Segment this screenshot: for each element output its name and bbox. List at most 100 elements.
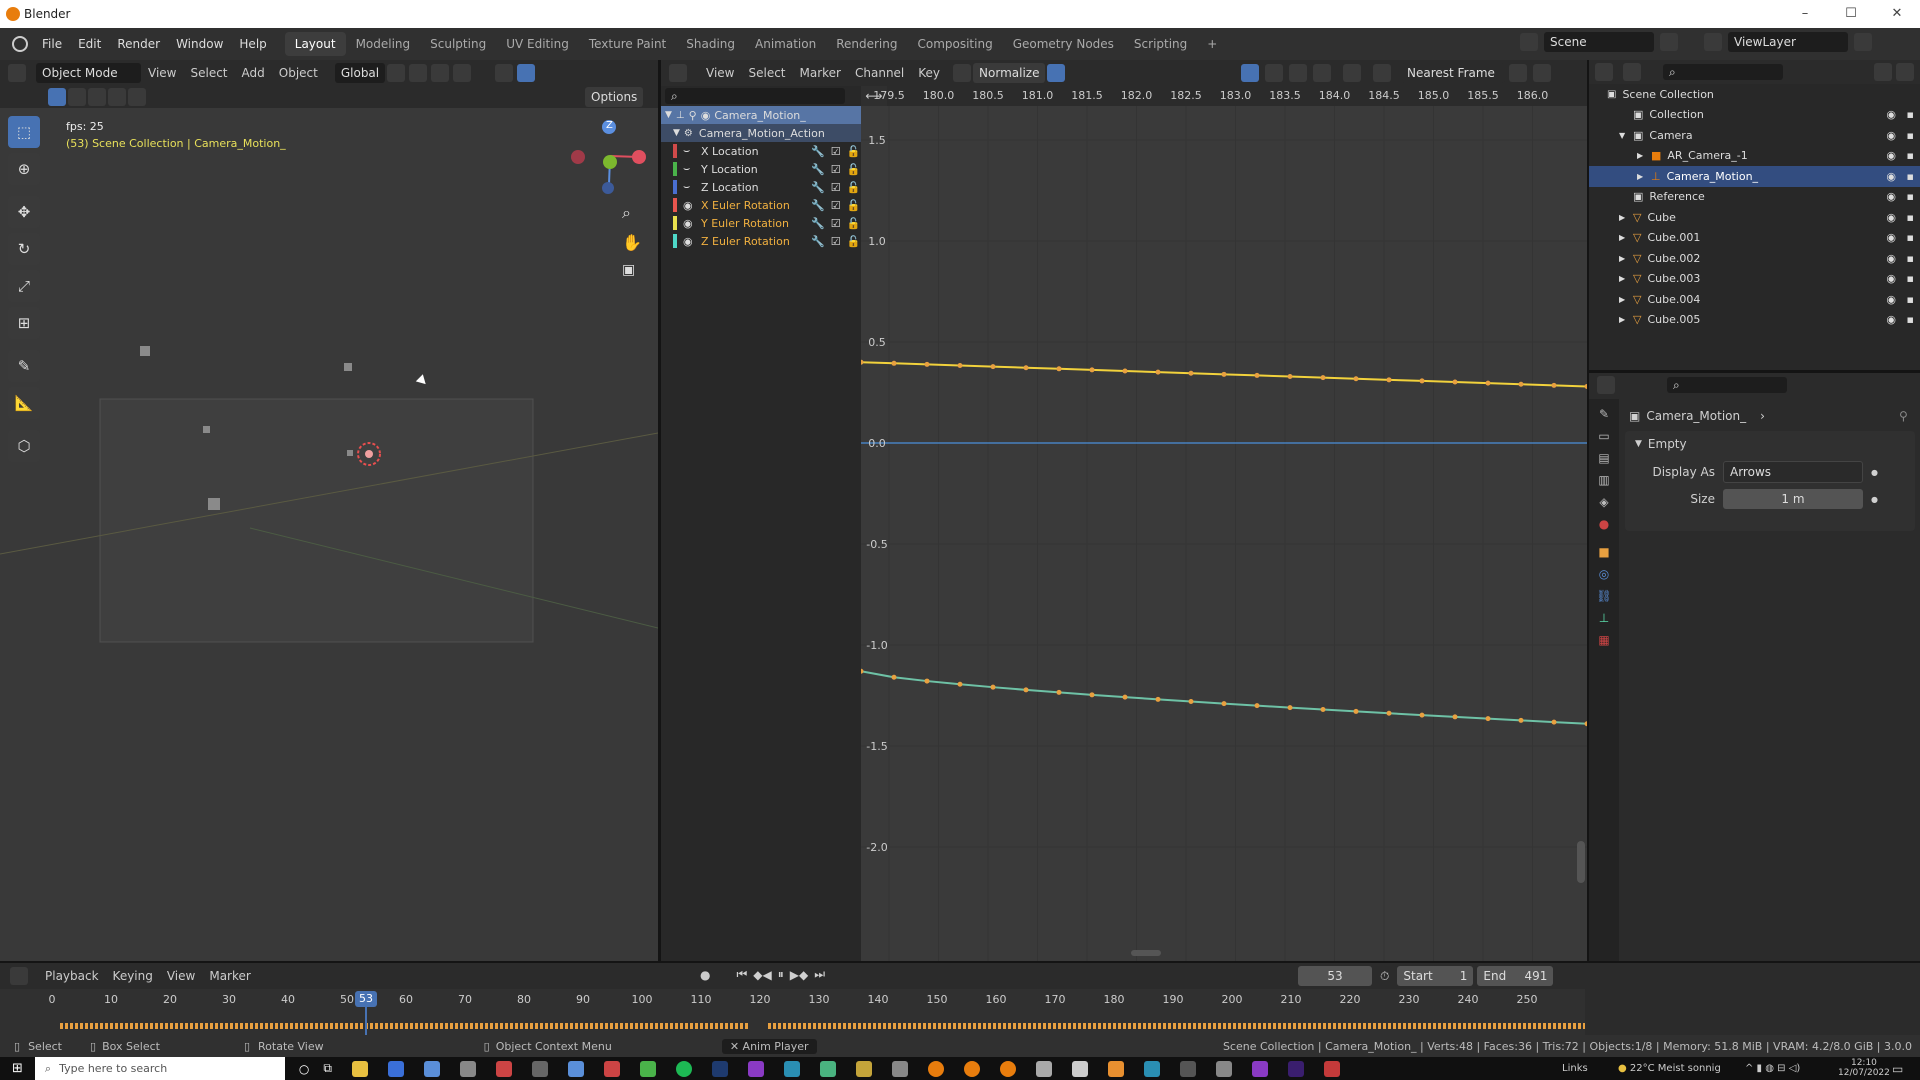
falloff-graph-icon[interactable] <box>1533 64 1551 82</box>
outliner-filter-icon[interactable] <box>1874 63 1892 81</box>
lock-icon[interactable]: 🔓 <box>847 235 861 248</box>
output-tab-icon[interactable]: ▤ <box>1598 451 1609 465</box>
vertical-scrollbar[interactable] <box>1577 841 1585 883</box>
app-icon[interactable] <box>495 1060 512 1077</box>
gizmo-y-handle[interactable] <box>603 155 617 169</box>
render-camera-icon[interactable]: ▪ <box>1907 272 1914 285</box>
anim-player-badge[interactable]: ✕ Anim Player <box>721 1038 817 1054</box>
3d-viewport[interactable]: Z fps: 25 (53) Scene Collection | Camera… <box>0 108 658 961</box>
show-hidden-icon[interactable] <box>1265 64 1283 82</box>
normalize-icon[interactable] <box>953 64 972 82</box>
cursor-tool-icon[interactable]: ⊕ <box>8 153 40 185</box>
cube-object[interactable] <box>208 498 220 510</box>
eye-icon[interactable]: ◉ <box>683 217 697 230</box>
new-view-layer-icon[interactable] <box>1854 33 1872 51</box>
checkbox-icon[interactable]: ☑ <box>831 199 841 212</box>
keyframe-point[interactable] <box>1452 379 1458 385</box>
tab-modeling[interactable]: Modeling <box>346 32 421 56</box>
filter-icon[interactable] <box>1343 64 1361 82</box>
outliner-item-cube-001[interactable]: ▶ ▽ Cube.001 ◉ ▪ <box>1589 228 1920 249</box>
clock[interactable]: 12:10 12/07/2022 <box>1838 1058 1890 1078</box>
select-mode-extend-icon[interactable] <box>68 88 86 106</box>
preview-range-icon[interactable]: ⏱ <box>1380 969 1389 984</box>
app-icon[interactable] <box>1215 1060 1232 1077</box>
action-channel[interactable]: ▼ ⚙ Camera_Motion_Action <box>661 124 861 142</box>
outliner-item-collection[interactable]: ▣ Collection ◉ ▪ <box>1589 105 1920 126</box>
app-icon[interactable] <box>1251 1060 1268 1077</box>
app-icon[interactable] <box>819 1060 836 1077</box>
physics-tab-icon[interactable]: ◎ <box>1599 567 1609 581</box>
mode-selector[interactable]: Object Mode <box>36 63 141 83</box>
chevron-right-icon[interactable]: ▶ <box>1637 151 1651 160</box>
spotify-icon[interactable] <box>675 1060 692 1077</box>
render-camera-icon[interactable]: ▪ <box>1907 129 1914 142</box>
lock-icon[interactable]: 🔓 <box>847 181 861 194</box>
lock-icon[interactable]: 🔓 <box>847 145 861 158</box>
wrench-icon[interactable]: 🔧 <box>811 235 825 248</box>
z-rotation-curve[interactable] <box>861 670 1587 725</box>
checkbox-icon[interactable]: ☑ <box>831 235 841 248</box>
keyframe-point[interactable] <box>1518 717 1524 723</box>
wrench-icon[interactable]: 🔧 <box>811 145 825 158</box>
keyframe-point[interactable] <box>1221 371 1227 377</box>
keyframe-point[interactable] <box>1485 380 1491 386</box>
app-icon[interactable] <box>423 1060 440 1077</box>
outliner-item-cube-005[interactable]: ▶ ▽ Cube.005 ◉ ▪ <box>1589 310 1920 331</box>
properties-editor-type-icon[interactable] <box>1597 376 1615 394</box>
curve-icon[interactable]: ⌣ <box>683 162 697 176</box>
select-mode-new-icon[interactable] <box>48 88 66 106</box>
channel-x-location[interactable]: ⌣ X Location 🔧 ☑ 🔓 <box>661 142 861 160</box>
keyframe-point[interactable] <box>1188 370 1194 376</box>
keyframe-point[interactable] <box>1221 701 1227 707</box>
keyframe-point[interactable] <box>1155 696 1161 702</box>
pin-icon[interactable]: ⚲ <box>689 109 697 122</box>
tab-texture-paint[interactable]: Texture Paint <box>579 32 676 56</box>
pause-icon[interactable]: ⏸ <box>778 967 784 982</box>
visibility-icon[interactable] <box>495 64 514 82</box>
outliner-item-ar-camera-1[interactable]: ▶ ■ AR_Camera_-1 ◉ ▪ <box>1589 146 1920 167</box>
render-camera-icon[interactable]: ▪ <box>1907 149 1914 162</box>
gizmo-x-handle[interactable] <box>632 150 646 164</box>
view-layer-tab-icon[interactable]: ▥ <box>1598 473 1609 487</box>
keyframe-point[interactable] <box>1122 694 1128 700</box>
keyframe-point[interactable] <box>1551 382 1557 388</box>
pivot-point-icon[interactable] <box>1373 64 1391 82</box>
end-frame-field[interactable]: End 491 <box>1477 966 1554 986</box>
scene-icon[interactable] <box>1520 33 1538 51</box>
tab-animation[interactable]: Animation <box>745 32 826 56</box>
keyframe-point[interactable] <box>924 361 930 367</box>
keyframe-point[interactable] <box>1320 707 1326 713</box>
render-camera-icon[interactable]: ▪ <box>1907 108 1914 121</box>
app-icon[interactable] <box>855 1060 872 1077</box>
render-camera-icon[interactable]: ▪ <box>1907 170 1914 183</box>
wrench-icon[interactable]: 🔧 <box>811 181 825 194</box>
app-icon[interactable] <box>639 1060 656 1077</box>
chevron-right-icon[interactable]: ▶ <box>1619 213 1633 222</box>
transform-orientation[interactable]: Global <box>334 63 386 83</box>
render-camera-icon[interactable]: ▪ <box>1907 190 1914 203</box>
channel-z-location[interactable]: ⌣ Z Location 🔧 ☑ 🔓 <box>661 178 861 196</box>
task-view-icon[interactable]: ⧉ <box>323 1061 332 1076</box>
scale-tool-icon[interactable]: ⤢ <box>8 270 40 302</box>
cube-object[interactable] <box>344 363 352 371</box>
taskbar-search-input[interactable]: ⌕ Type here to search <box>34 1057 285 1080</box>
checkbox-icon[interactable]: ☑ <box>831 181 841 194</box>
render-camera-icon[interactable]: ▪ <box>1907 313 1914 326</box>
tab-sculpting[interactable]: Sculpting <box>420 32 496 56</box>
graph-menu-marker[interactable]: Marker <box>793 66 848 80</box>
chevron-right-icon[interactable]: ▶ <box>1619 254 1633 263</box>
keyframe-point[interactable] <box>891 674 897 680</box>
keyframe-point[interactable] <box>1254 372 1260 378</box>
notifications-icon[interactable]: ▭ <box>1892 1062 1903 1076</box>
options-dropdown[interactable]: Options <box>585 87 644 107</box>
graph-menu-view[interactable]: View <box>699 66 741 80</box>
app-icon[interactable] <box>783 1060 800 1077</box>
keyframe-point[interactable] <box>957 681 963 687</box>
keyframe-point[interactable] <box>1089 367 1095 373</box>
app-icon[interactable] <box>1143 1060 1160 1077</box>
app-icon[interactable] <box>459 1060 476 1077</box>
blender-icon[interactable] <box>999 1060 1016 1077</box>
keyframe-point[interactable] <box>1287 705 1293 711</box>
curve-icon[interactable]: ⌣ <box>683 180 697 194</box>
outliner-item-reference[interactable]: ▣ Reference ◉ ▪ <box>1589 187 1920 208</box>
